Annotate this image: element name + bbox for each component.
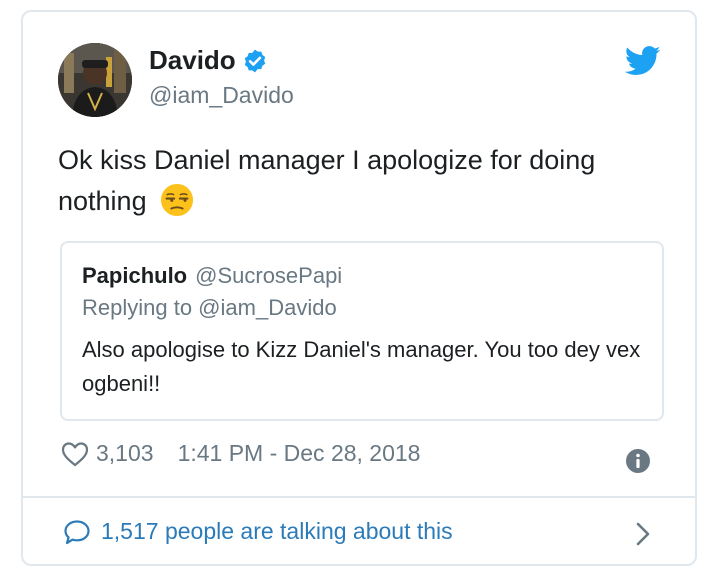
like-count[interactable]: 3,103 [96,440,154,467]
tweet-text: Ok kiss Daniel manager I apologize for d… [58,140,658,222]
quoted-tweet[interactable]: Papichulo @SucrosePapi Replying to @iam_D… [60,241,664,421]
author-name-row[interactable]: Davido [149,45,268,76]
quoted-author-row[interactable]: Papichulo @SucrosePapi [82,263,342,289]
unamused-face-icon [161,183,194,217]
quoted-author-name[interactable]: Papichulo [82,263,187,288]
speech-bubble-icon [64,519,90,544]
replying-to[interactable]: Replying to @iam_Davido [82,295,337,321]
talking-count[interactable]: 1,517 people are talking about this [101,518,453,545]
tweet-card[interactable]: Davido @iam_Davido Ok kiss Daniel manage… [21,10,697,566]
timestamp[interactable]: 1:41 PM - Dec 28, 2018 [178,440,421,467]
author-handle[interactable]: @iam_Davido [149,82,294,109]
info-icon[interactable] [625,448,651,474]
avatar[interactable] [58,43,132,117]
twitter-bird-icon[interactable] [625,46,661,76]
quoted-tweet-text: Also apologise to Kizz Daniel's manager.… [82,337,641,396]
author-name[interactable]: Davido [149,45,236,76]
tweet-body: Ok kiss Daniel manager I apologize for d… [58,145,596,216]
tweet-meta: 3,103 1:41 PM - Dec 28, 2018 [61,440,420,467]
divider [23,496,695,498]
avatar-photo [58,43,132,117]
conversation-link[interactable]: 1,517 people are talking about this [63,518,453,545]
chevron-right-icon[interactable] [635,521,651,547]
heart-icon[interactable] [61,441,89,467]
verified-badge-icon [244,49,265,72]
quoted-author-handle[interactable]: @SucrosePapi [195,263,342,288]
